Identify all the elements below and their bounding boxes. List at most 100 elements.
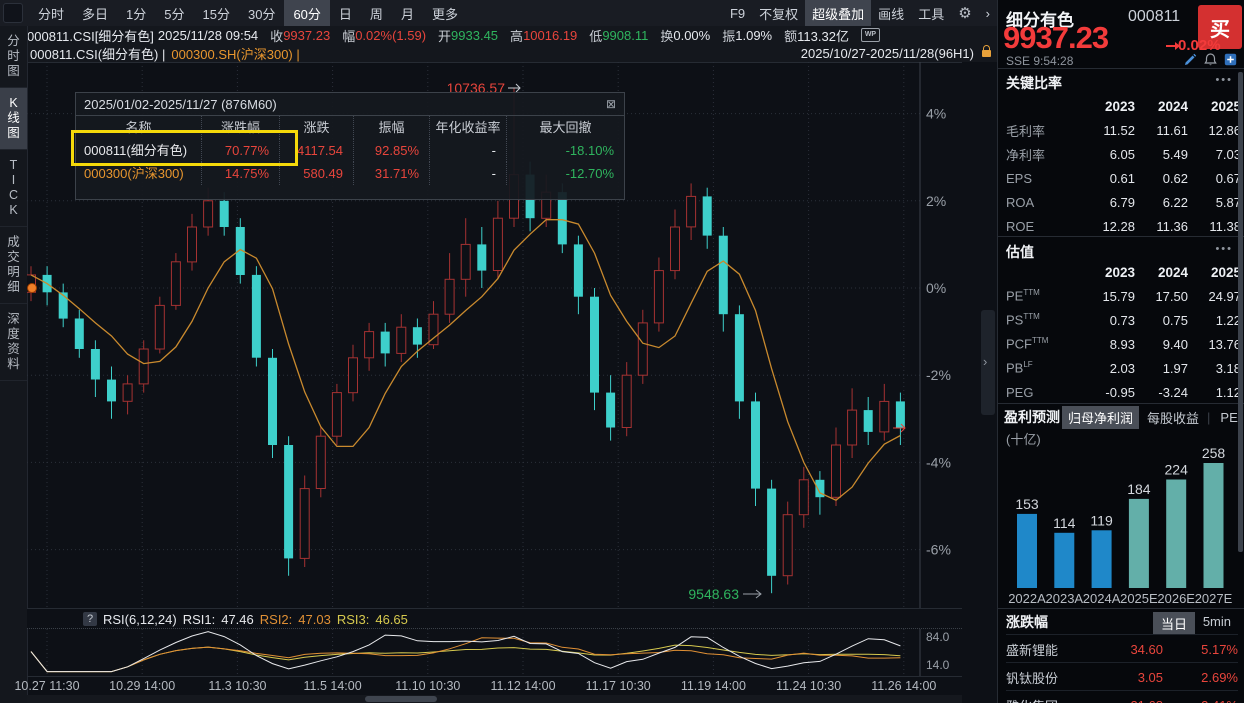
right-panel-scrollbar[interactable] — [1238, 72, 1243, 552]
adjust-mode-button[interactable]: 不复权 — [752, 0, 805, 26]
metric-value: 5.87 — [1188, 195, 1241, 210]
mover-row-盛新锂能[interactable]: 盛新锂能34.605.17% — [1006, 634, 1238, 663]
stats-cell-amp: 92.85% — [353, 139, 429, 162]
rsi1-label: RSI1: — [183, 612, 216, 627]
sidebar-item-成交明细[interactable]: 成 交 明 细 — [0, 227, 27, 304]
metric-value: -3.24 — [1135, 385, 1188, 400]
mover-percent: 5.17% — [1163, 642, 1238, 657]
bar-value-label: 224 — [1165, 462, 1189, 478]
rsi3-value: 46.65 — [375, 612, 408, 627]
period-tab-1分[interactable]: 1分 — [117, 0, 155, 26]
y-axis-label: 2% — [926, 193, 946, 209]
edit-pencil-icon[interactable] — [1184, 53, 1197, 66]
key-ratios-title: 关键比率 — [1006, 73, 1062, 93]
stats-header-振幅: 振幅 — [353, 116, 429, 139]
sidebar-item-分时图[interactable]: 分 时 图 — [0, 26, 27, 88]
rsi-scale-top: 84.0 — [926, 630, 949, 644]
metric-label: 净利率 — [1006, 145, 1082, 164]
metric-value: 6.05 — [1082, 147, 1135, 162]
key-ratios-menu-icon[interactable]: ••• — [1215, 74, 1233, 86]
close-value: 9937.23 — [283, 28, 330, 43]
period-tab-分时[interactable]: 分时 — [29, 0, 73, 26]
period-tab-日[interactable]: 日 — [330, 0, 361, 26]
bar-value-label: 258 — [1202, 445, 1226, 461]
chg-value: 0.02%(1.59) — [355, 28, 426, 43]
metric-value: 11.61 — [1135, 123, 1188, 138]
rsi-chart[interactable] — [27, 628, 962, 677]
rsi-label[interactable]: RSI(6,12,24) — [103, 612, 177, 627]
turnover-value: 0.00% — [673, 28, 710, 43]
metric-value: 3.18 — [1188, 361, 1241, 376]
time-tick: 11.10 10:30 — [395, 679, 460, 693]
mover-percent: 2.41% — [1163, 698, 1238, 703]
mover-row-钒钛股份[interactable]: 钒钛股份3.052.69% — [1006, 662, 1238, 691]
super-overlay-button[interactable]: 超级叠加 — [805, 0, 871, 26]
metric-label: EPS — [1006, 171, 1082, 186]
app-grid-icon[interactable] — [3, 3, 23, 23]
settings-gear-icon[interactable]: ⚙ — [951, 0, 978, 26]
period-tab-60分[interactable]: 60分 — [284, 0, 329, 26]
metric-value: -0.95 — [1082, 385, 1135, 400]
period-tab-30分[interactable]: 30分 — [239, 0, 284, 26]
panel-expand-chevron-icon[interactable]: › — [983, 354, 987, 369]
sidebar-item-TICK[interactable]: T I C K — [0, 150, 27, 227]
valuation-menu-icon[interactable]: ••• — [1215, 243, 1233, 255]
rsi2-value: 47.03 — [298, 612, 331, 627]
period-tab-周[interactable]: 周 — [361, 0, 392, 26]
period-tab-月[interactable]: 月 — [392, 0, 423, 26]
exchange-time: SSE 9:54:28 — [1006, 54, 1073, 68]
amount-label: 额 — [784, 26, 797, 45]
f9-button[interactable]: F9 — [723, 0, 752, 26]
low-label: 低 — [589, 26, 602, 45]
alert-bell-icon[interactable] — [1204, 53, 1217, 66]
add-plus-icon[interactable] — [1224, 53, 1237, 66]
sidebar-item-深度资料[interactable]: 深 度 资 料 — [0, 304, 27, 381]
drawing-anchor-dot[interactable] — [28, 284, 37, 293]
mover-name: 盛新锂能 — [1006, 640, 1093, 659]
year-2023: 2023 — [1082, 265, 1135, 280]
time-tick: 10.27 11:30 — [14, 679, 79, 693]
mover-row-雅化集团[interactable]: 雅化集团21.682.41% — [1006, 690, 1238, 703]
visible-range: 2025/10/27-2025/11/28(96H1) — [801, 46, 974, 61]
rsi-scale-bottom: 14.0 — [926, 658, 949, 672]
metric-row-PE: PETTM15.7917.5024.97 — [1006, 285, 1241, 307]
toolbar-more-chevron-icon[interactable]: › — [979, 0, 997, 26]
sidebar-item-K线图[interactable]: K 线 图 — [0, 88, 27, 150]
period-tab-15分[interactable]: 15分 — [194, 0, 239, 26]
period-tab-多日[interactable]: 多日 — [73, 0, 117, 26]
mover-value: 3.05 — [1093, 670, 1163, 685]
period-tab-更多[interactable]: 更多 — [423, 0, 467, 26]
draw-line-button[interactable]: 画线 — [871, 0, 911, 26]
metric-row-PS: PSTTM0.730.751.22 — [1006, 309, 1241, 331]
period-tabs: 分时多日1分5分15分30分60分日周月更多 — [29, 0, 467, 26]
help-icon[interactable]: ? — [83, 612, 97, 626]
metric-label: PBLF — [1006, 360, 1082, 375]
movers-tab-当日[interactable]: 当日 — [1153, 612, 1195, 635]
compare-secondary[interactable]: 000300.SH(沪深300) | — [171, 44, 299, 63]
tools-button[interactable]: 工具 — [911, 0, 951, 26]
y-axis-label: 0% — [926, 280, 946, 296]
stats-header-年化收益率: 年化收益率 — [429, 116, 506, 139]
metric-value: 24.97 — [1188, 289, 1241, 304]
metric-label: ROE — [1006, 219, 1082, 234]
forecast-bar-2027E — [1204, 463, 1224, 588]
rsi-header: ? RSI(6,12,24) RSI1: 47.46 RSI2: 47.03 R… — [27, 608, 962, 629]
close-icon[interactable]: ⊠ — [606, 97, 616, 111]
stats-cell-annual: - — [429, 162, 506, 185]
forecast-tab-每股收益[interactable]: 每股收益 — [1141, 406, 1205, 429]
compare-primary[interactable]: 000811.CSI(细分有色) | — [30, 44, 165, 63]
wp-monitor-icon[interactable]: WP — [861, 28, 880, 42]
tab-divider: | — [1207, 410, 1210, 425]
metric-value: 0.67 — [1188, 171, 1241, 186]
scrollbar-thumb[interactable] — [365, 696, 437, 702]
bar-category-label: 2022A — [1008, 591, 1046, 606]
lock-icon[interactable] — [982, 50, 991, 57]
metric-value: 1.97 — [1135, 361, 1188, 376]
movers-tab-5min[interactable]: 5min — [1195, 612, 1239, 631]
period-tab-5分[interactable]: 5分 — [155, 0, 193, 26]
metric-row-EPS: EPS0.610.620.67 — [1006, 167, 1241, 189]
metric-row-PCF: PCFTTM8.939.4013.76 — [1006, 333, 1241, 355]
forecast-tab-归母净利润[interactable]: 归母净利润 — [1062, 406, 1139, 429]
horizontal-scrollbar[interactable] — [27, 695, 962, 703]
change-arrow-icon — [1166, 45, 1176, 47]
